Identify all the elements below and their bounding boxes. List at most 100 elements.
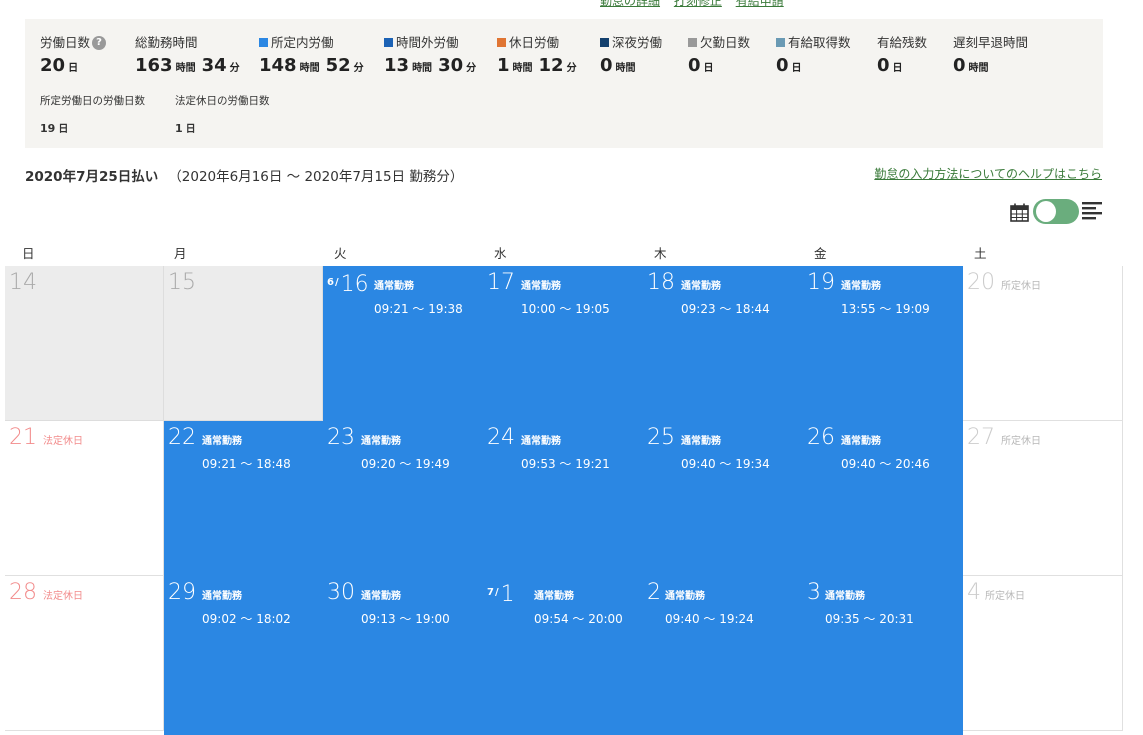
work-type-label: 通常勤務 — [825, 591, 865, 602]
legend-square — [384, 38, 393, 47]
legend-square — [776, 38, 785, 47]
stat-value: 0 — [688, 55, 701, 76]
calendar-day-cell[interactable]: 14 — [5, 266, 164, 421]
day-number: 7/1 — [487, 581, 515, 607]
day-number: 3 — [807, 581, 821, 605]
stat-unit: 分 — [566, 63, 577, 74]
day-value: 27 — [967, 425, 995, 450]
calendar-day-cell[interactable]: 25 通常勤務 09:40 〜 19:34 — [643, 421, 803, 576]
work-time-range: 09:23 〜 18:44 — [681, 302, 770, 316]
day-value: 28 — [9, 580, 37, 605]
work-time-range: 09:40 〜 20:46 — [841, 457, 930, 471]
stat-workdays: 労働日数? 20 日 — [40, 34, 107, 76]
calendar-day-cell[interactable]: 20 所定休日 — [963, 266, 1123, 421]
day-number: 14 — [9, 271, 37, 295]
question-circle-icon[interactable]: ? — [92, 35, 107, 50]
stat-label: 所定労働日の労働日数 — [40, 95, 145, 107]
stat-unit: 分 — [466, 63, 477, 74]
work-type-label: 通常勤務 — [202, 436, 242, 447]
day-number: 18 — [647, 271, 675, 295]
stat-label: 遅刻早退時間 — [953, 35, 1029, 50]
stat-minutes: 30 — [438, 55, 464, 76]
calendar-day-cell[interactable]: 17 通常勤務 10:00 〜 19:05 — [483, 266, 643, 421]
month-prefix: 7 — [487, 587, 494, 598]
stat-hotei-days: 法定休日の労働日数 1日 — [175, 93, 270, 136]
calendar-day-cell[interactable]: 18 通常勤務 09:23 〜 18:44 — [643, 266, 803, 421]
day-number: 26 — [807, 426, 835, 450]
work-time-range: 09:40 〜 19:24 — [665, 612, 754, 626]
stat-value: 0 — [776, 55, 789, 76]
stat-unit: 時間 — [968, 63, 989, 74]
stat-unit: 時間 — [175, 63, 196, 74]
weekday-label: 木 — [654, 246, 667, 261]
day-number: 27 — [967, 426, 995, 450]
calendar-day-cell[interactable]: 29 通常勤務 09:02 〜 18:02 — [164, 576, 323, 731]
stat-label: 休日労働 — [509, 35, 560, 50]
calendar-icon[interactable] — [1010, 203, 1029, 222]
day-value: 1 — [500, 582, 515, 607]
top-links: 勤怠の詳細 打刻修正 有給申請 — [600, 0, 794, 9]
day-number: 28 — [9, 581, 37, 605]
stat-kekkin: 欠勤日数 0日 — [688, 34, 750, 76]
calendar-day-cell[interactable]: 19 通常勤務 13:55 〜 19:09 — [803, 266, 963, 421]
day-value: 24 — [487, 425, 515, 450]
calendar-day-cell[interactable]: 15 — [164, 266, 323, 421]
day-value: 20 — [967, 270, 995, 295]
work-type-label: 通常勤務 — [361, 436, 401, 447]
stat-value: 1 — [175, 122, 183, 135]
work-type-label: 所定休日 — [1001, 436, 1041, 447]
day-value: 14 — [9, 270, 37, 295]
work-type-label: 通常勤務 — [202, 591, 242, 602]
help-link[interactable]: 勤怠の入力方法についてのヘルプはこちら — [874, 165, 1102, 182]
weekday-label: 金 — [814, 246, 827, 261]
calendar-day-cell[interactable]: 26 通常勤務 09:40 〜 20:46 — [803, 421, 963, 576]
calendar-day-cell[interactable]: 28 法定休日 — [5, 576, 164, 731]
stat-label: 欠勤日数 — [700, 35, 751, 50]
calendar-day-cell[interactable]: 7/1 通常勤務 09:54 〜 20:00 — [483, 576, 643, 731]
top-link[interactable]: 勤怠の詳細 — [600, 0, 660, 8]
stat-hours: 1 — [497, 55, 510, 76]
day-number: 4 — [967, 581, 981, 605]
stat-hours: 0 — [953, 55, 966, 76]
weekday-label: 月 — [174, 246, 187, 261]
calendar-day-cell[interactable]: 30 通常勤務 09:13 〜 19:00 — [323, 576, 483, 731]
weekday-label: 火 — [334, 246, 347, 261]
day-number: 22 — [168, 426, 196, 450]
calendar-day-cell[interactable]: 21 法定休日 — [5, 421, 164, 576]
stat-unit: 時間 — [412, 63, 433, 74]
stat-unit: 日 — [58, 124, 69, 135]
day-value: 16 — [340, 272, 369, 297]
stat-total-hours: 総勤務時間 163 時間 34 分 — [135, 34, 246, 76]
top-link[interactable]: 有給申請 — [736, 0, 784, 8]
calendar-day-cell[interactable]: 23 通常勤務 09:20 〜 19:49 — [323, 421, 483, 576]
stat-jikangai: 時間外労働 13 時間 30 分 — [384, 34, 482, 76]
calendar-day-cell[interactable]: 24 通常勤務 09:53 〜 19:21 — [483, 421, 643, 576]
legend-square — [497, 38, 506, 47]
work-type-label: 通常勤務 — [665, 591, 705, 602]
stat-label: 所定内労働 — [271, 35, 334, 50]
stat-label: 有給取得数 — [788, 35, 851, 50]
calendar-day-cell[interactable]: 22 通常勤務 09:21 〜 18:48 — [164, 421, 323, 576]
top-link[interactable]: 打刻修正 — [674, 0, 722, 8]
calendar-day-cell[interactable]: 4 所定休日 — [963, 576, 1123, 731]
work-type-label: 所定休日 — [1001, 281, 1041, 292]
view-toggle-switch[interactable] — [1033, 199, 1079, 224]
stat-unit: 日 — [892, 63, 903, 74]
day-value: 19 — [807, 270, 835, 295]
calendar-day-cell[interactable]: 3 通常勤務 09:35 〜 20:31 — [803, 576, 963, 731]
stat-unit: 時間 — [299, 63, 320, 74]
day-number: 23 — [327, 426, 355, 450]
calendar-day-cell[interactable]: 6/16 通常勤務 09:21 〜 19:38 — [323, 266, 483, 421]
month-separator: / — [494, 587, 499, 598]
day-number: 20 — [967, 271, 995, 295]
stat-unit: 日 — [68, 63, 79, 74]
day-number: 30 — [327, 581, 355, 605]
day-value: 15 — [168, 270, 196, 295]
stat-minutes: 12 — [538, 55, 564, 76]
list-lines-icon[interactable] — [1082, 202, 1102, 220]
calendar-day-cell[interactable]: 27 所定休日 — [963, 421, 1123, 576]
calendar-day-cell[interactable]: 2 通常勤務 09:40 〜 19:24 — [643, 576, 803, 731]
day-value: 29 — [168, 580, 196, 605]
weekday-header: 日 月 火 水 木 金 土 — [5, 243, 1123, 267]
stat-label: 有給残数 — [877, 35, 928, 50]
